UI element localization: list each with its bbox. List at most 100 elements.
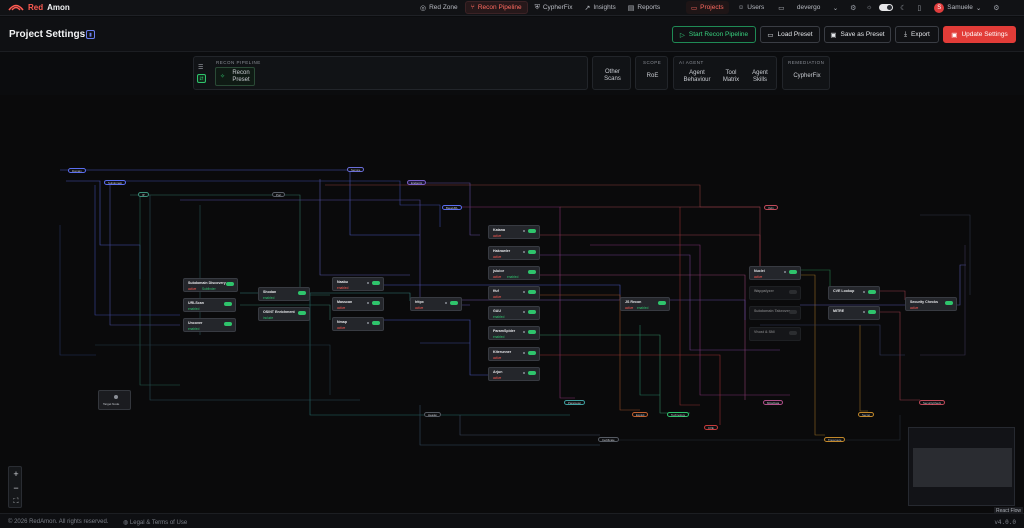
node-subdomain-takeover[interactable]: Subdomain Takeover bbox=[749, 306, 801, 320]
tab-insights[interactable]: ↗ Insights bbox=[579, 1, 620, 14]
settings-icon[interactable]: ⚙ bbox=[847, 4, 859, 12]
start-recon-button[interactable]: ▷ Start Recon Pipeline bbox=[672, 26, 756, 43]
node-toggle[interactable] bbox=[298, 291, 306, 295]
save-preset-button[interactable]: ▣ Save as Preset bbox=[824, 26, 891, 43]
pill-ip[interactable]: IP bbox=[138, 192, 149, 197]
pill-endpoint[interactable]: Endpoint bbox=[407, 180, 427, 185]
pill-exploit[interactable]: Exploit bbox=[632, 412, 649, 417]
settings-dot-icon[interactable] bbox=[523, 331, 525, 333]
settings-dot-icon[interactable] bbox=[523, 311, 525, 313]
pill-parameter[interactable]: Parameter bbox=[564, 400, 586, 405]
projects-link[interactable]: ▭ Projects bbox=[686, 1, 729, 14]
settings-dot-icon[interactable] bbox=[523, 251, 525, 253]
flow-view-icon[interactable]: ⇵ bbox=[197, 74, 206, 83]
node-toggle[interactable] bbox=[224, 322, 232, 326]
node-toggle[interactable] bbox=[372, 321, 380, 325]
node-toggle[interactable] bbox=[789, 331, 797, 335]
tab-agent-skills[interactable]: Agent Skills bbox=[748, 70, 772, 84]
settings-dot-icon[interactable] bbox=[863, 311, 865, 313]
book-icon[interactable]: ▯ bbox=[913, 4, 925, 12]
node-toggle[interactable] bbox=[528, 270, 536, 274]
node-urlscan[interactable]: URLScan enabled bbox=[183, 298, 236, 312]
tab-recon-preset[interactable]: ✧ Recon Preset bbox=[215, 67, 255, 86]
pipeline-canvas[interactable]: Domain Subdomain IP Port Service Endpoin… bbox=[0, 95, 1024, 513]
node-nmap[interactable]: Nmap active bbox=[332, 317, 384, 331]
settings-dot-icon[interactable] bbox=[523, 372, 525, 374]
node-toggle[interactable] bbox=[528, 250, 536, 254]
node-kiterunner[interactable]: Kiterunner active bbox=[488, 347, 540, 361]
node-toggle[interactable] bbox=[450, 301, 458, 305]
project-select[interactable]: ▭ devergo ⌄ bbox=[773, 1, 843, 14]
pill-securitycheck[interactable]: SecurityCheck bbox=[919, 400, 946, 405]
node-toggle[interactable] bbox=[789, 290, 797, 294]
theme-toggle[interactable] bbox=[879, 4, 894, 11]
moon-icon[interactable]: ☾ bbox=[897, 4, 909, 12]
node-uncover[interactable]: Uncover enabled bbox=[183, 318, 236, 332]
export-button[interactable]: ⤓ Export bbox=[895, 26, 939, 43]
node-security-checks[interactable]: Security Checks active bbox=[905, 297, 957, 311]
node-toggle[interactable] bbox=[298, 311, 306, 315]
pill-domain[interactable]: Domain bbox=[68, 168, 86, 173]
node-cve-lookup[interactable]: CVE Lookup bbox=[828, 286, 880, 300]
node-wappalyzer[interactable]: Wappalyzer bbox=[749, 286, 801, 300]
node-toggle[interactable] bbox=[372, 301, 380, 305]
node-hakrawler[interactable]: Hakrawler active bbox=[488, 246, 540, 260]
node-toggle[interactable] bbox=[226, 282, 234, 286]
node-toggle[interactable] bbox=[789, 310, 797, 314]
load-preset-button[interactable]: ▭ Load Preset bbox=[760, 26, 820, 43]
user-menu[interactable]: S Samuele ⌄ bbox=[929, 1, 986, 14]
settings-dot-icon[interactable] bbox=[784, 271, 786, 273]
app-logo[interactable]: Red Amon bbox=[8, 3, 70, 12]
node-arjun[interactable]: Arjun active bbox=[488, 367, 540, 381]
node-toggle[interactable] bbox=[868, 310, 876, 314]
tab-red-zone[interactable]: ◎ Red Zone bbox=[415, 1, 463, 14]
gear-icon[interactable]: ⚙ bbox=[990, 4, 1002, 12]
node-nuclei[interactable]: Nuclei active bbox=[749, 266, 801, 280]
minimap[interactable] bbox=[908, 427, 1015, 506]
settings-dot-icon[interactable] bbox=[523, 291, 525, 293]
zoom-out-button[interactable]: − bbox=[9, 481, 23, 495]
node-ffuf[interactable]: ffuf active bbox=[488, 286, 540, 300]
node-toggle[interactable] bbox=[945, 301, 953, 305]
node-httpx[interactable]: httpx active bbox=[410, 297, 462, 311]
settings-dot-icon[interactable] bbox=[367, 322, 369, 324]
minimap-viewport[interactable] bbox=[913, 448, 1012, 487]
users-link[interactable]: ☺ Users bbox=[733, 1, 770, 14]
pill-cve[interactable]: CVE bbox=[704, 425, 718, 430]
pill-technology[interactable]: Technology bbox=[667, 412, 690, 417]
settings-dot-icon[interactable] bbox=[367, 282, 369, 284]
node-osint-enrichment[interactable]: OSINT Enrichment include bbox=[258, 307, 310, 321]
settings-dot-icon[interactable] bbox=[523, 352, 525, 354]
pill-service[interactable]: Service bbox=[347, 167, 365, 172]
pill-mitredata[interactable]: MitreData bbox=[763, 400, 784, 405]
settings-dot-icon[interactable] bbox=[863, 291, 865, 293]
zoom-in-button[interactable]: + bbox=[9, 467, 23, 481]
node-shodan[interactable]: Shodan enabled bbox=[258, 287, 310, 301]
pill-vuln[interactable]: Vuln bbox=[764, 205, 778, 210]
node-mitre[interactable]: MITRE bbox=[828, 306, 880, 320]
node-toggle[interactable] bbox=[528, 351, 536, 355]
list-icon[interactable]: ☰ bbox=[198, 64, 203, 71]
node-toggle[interactable] bbox=[789, 270, 797, 274]
node-katana[interactable]: Katana active bbox=[488, 225, 540, 239]
settings-dot-icon[interactable] bbox=[523, 230, 525, 232]
node-vhost-sni[interactable]: Vhost & SNI bbox=[749, 327, 801, 341]
update-settings-button[interactable]: ▣ Update Settings bbox=[943, 26, 1016, 43]
node-naabu[interactable]: Naabu enabled bbox=[332, 277, 384, 291]
target-node[interactable]: Target Node bbox=[98, 390, 131, 410]
node-toggle[interactable] bbox=[658, 301, 666, 305]
node-toggle[interactable] bbox=[528, 330, 536, 334]
pill-secret[interactable]: Secret bbox=[858, 412, 875, 417]
node-toggle[interactable] bbox=[372, 281, 380, 285]
pill-certificate[interactable]: Certificate bbox=[598, 437, 619, 442]
tab-tool-matrix[interactable]: Tool Matrix bbox=[718, 70, 744, 84]
sun-icon[interactable]: ☼ bbox=[863, 4, 875, 11]
tab-other-scans[interactable]: Other Scans bbox=[592, 56, 631, 90]
node-toggle[interactable] bbox=[224, 302, 232, 306]
node-toggle[interactable] bbox=[528, 290, 536, 294]
pill-baseurl[interactable]: BaseURL bbox=[442, 205, 462, 210]
tab-agent-behaviour[interactable]: Agent Behaviour bbox=[680, 70, 714, 84]
node-js-recon[interactable]: JS Recon active enabled bbox=[620, 297, 670, 311]
fit-view-button[interactable]: ⛶ bbox=[9, 495, 23, 509]
node-paramspider[interactable]: ParamSpider enabled bbox=[488, 326, 540, 340]
